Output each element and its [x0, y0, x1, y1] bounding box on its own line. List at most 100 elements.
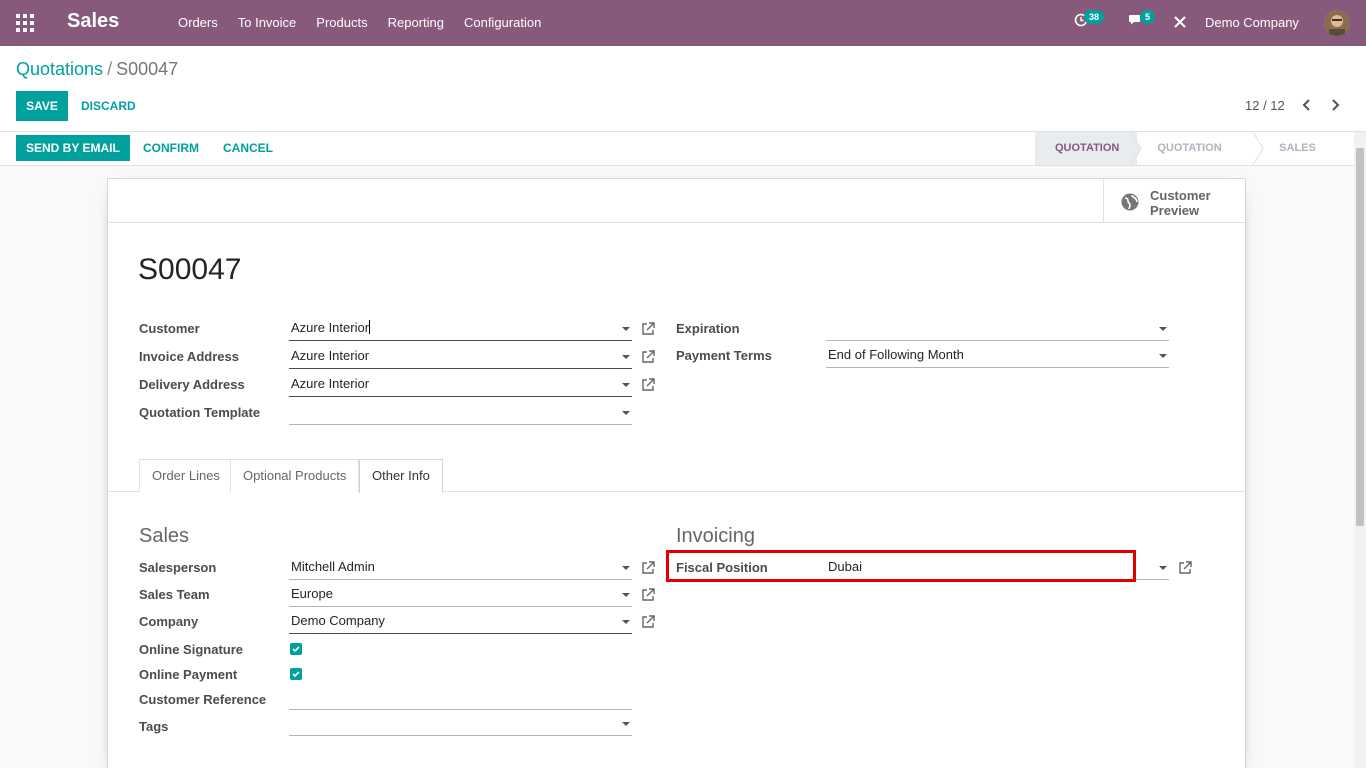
chevron-down-icon[interactable]: [622, 722, 630, 726]
chevron-down-icon[interactable]: [622, 327, 630, 331]
pager-next-icon[interactable]: [1329, 98, 1343, 112]
invoicing-section-title: Invoicing: [676, 525, 755, 547]
debug-tools-icon[interactable]: [1173, 15, 1193, 35]
invoice-address-field[interactable]: Azure Interior: [289, 345, 632, 369]
menu-configuration[interactable]: Configuration: [454, 0, 551, 46]
expiration-label: Expiration: [676, 321, 740, 336]
online-signature-checkbox[interactable]: [290, 643, 302, 655]
online-payment-checkbox[interactable]: [290, 668, 302, 680]
chevron-down-icon[interactable]: [622, 566, 630, 570]
breadcrumb: Quotations / S00047: [16, 59, 178, 80]
form-sheet: Customer Preview S00047 Customer Azure I…: [107, 178, 1246, 768]
pager-value[interactable]: 12 / 12: [1245, 98, 1285, 113]
tags-field[interactable]: [289, 712, 632, 736]
page-scrollbar[interactable]: [1354, 132, 1366, 768]
sales-team-field[interactable]: Europe: [289, 583, 632, 607]
payment-terms-value: End of Following Month: [828, 347, 964, 362]
external-link-icon[interactable]: [641, 350, 655, 364]
delivery-address-label: Delivery Address: [139, 377, 245, 392]
customer-preview-button[interactable]: Customer Preview: [1103, 179, 1245, 223]
chevron-down-icon[interactable]: [622, 620, 630, 624]
record-title: S00047: [138, 253, 242, 286]
send-by-email-button[interactable]: SEND BY EMAIL: [16, 135, 130, 161]
customer-value: Azure Interior: [291, 320, 370, 335]
scrollbar-thumb[interactable]: [1356, 148, 1364, 526]
chevron-down-icon[interactable]: [1159, 354, 1167, 358]
quotation-template-field[interactable]: [289, 401, 632, 425]
salesperson-field[interactable]: Mitchell Admin: [289, 556, 632, 580]
cancel-button[interactable]: CANCEL: [223, 133, 273, 163]
status-stages: QUOTATION QUOTATION SENT SALES ORDER: [1035, 132, 1366, 187]
stage-quotation[interactable]: QUOTATION: [1035, 132, 1142, 165]
external-link-icon[interactable]: [1178, 561, 1192, 575]
notebook-tabs: Order Lines Optional Products Other Info: [108, 459, 1245, 493]
breadcrumb-quotations[interactable]: Quotations: [16, 59, 103, 79]
online-signature-label: Online Signature: [139, 642, 244, 657]
stage-quotation-sent[interactable]: QUOTATION SENT: [1137, 132, 1264, 187]
fiscal-position-highlight: [666, 550, 1136, 582]
menu-products[interactable]: Products: [306, 0, 377, 46]
external-link-icon[interactable]: [641, 322, 655, 336]
external-link-icon[interactable]: [641, 561, 655, 575]
pager-previous-icon[interactable]: [1301, 98, 1315, 112]
user-avatar[interactable]: [1324, 10, 1350, 36]
chevron-down-icon[interactable]: [622, 355, 630, 359]
menu-to-invoice[interactable]: To Invoice: [228, 0, 307, 46]
stage-quotation-label: QUOTATION: [1055, 142, 1120, 154]
chevron-down-icon[interactable]: [1159, 566, 1167, 570]
menu-reporting[interactable]: Reporting: [378, 0, 454, 46]
delivery-address-field[interactable]: Azure Interior: [289, 373, 632, 397]
text-cursor: [369, 320, 371, 334]
company-value: Demo Company: [291, 613, 385, 628]
activity-clock-icon[interactable]: 38: [1074, 10, 1105, 33]
customer-preview-line1: Customer: [1150, 188, 1211, 203]
chevron-down-icon[interactable]: [622, 383, 630, 387]
external-link-icon[interactable]: [641, 588, 655, 602]
stage-sales-order[interactable]: SALES ORDER: [1259, 132, 1366, 187]
discard-button[interactable]: DISCARD: [81, 91, 136, 121]
check-icon: [292, 671, 300, 678]
message-count-badge: 5: [1140, 10, 1156, 24]
tab-order-lines[interactable]: Order Lines: [139, 459, 233, 492]
sales-team-value: Europe: [291, 586, 333, 601]
app-grid-icon[interactable]: [16, 14, 34, 32]
main-menu: Orders To Invoice Products Reporting Con…: [168, 0, 551, 46]
payment-terms-label: Payment Terms: [676, 348, 772, 363]
company-label: Company: [139, 614, 199, 629]
breadcrumb-separator: /: [107, 59, 113, 79]
company-field[interactable]: Demo Company: [289, 610, 632, 634]
breadcrumb-current: S00047: [116, 59, 179, 79]
tab-other-info[interactable]: Other Info: [359, 459, 443, 493]
app-brand[interactable]: Sales: [67, 10, 119, 33]
check-icon: [292, 646, 300, 653]
chevron-down-icon[interactable]: [622, 593, 630, 597]
menu-orders[interactable]: Orders: [168, 0, 228, 46]
company-switcher[interactable]: Demo Company: [1205, 0, 1299, 46]
salesperson-value: Mitchell Admin: [291, 559, 375, 574]
customer-preview-line2: Preview: [1150, 203, 1200, 218]
external-link-icon[interactable]: [641, 378, 655, 392]
chevron-down-icon[interactable]: [1159, 327, 1167, 331]
expiration-field[interactable]: [826, 317, 1169, 341]
tags-label: Tags: [139, 719, 169, 734]
control-panel: Quotations / S00047 SAVE DISCARD 12 / 12: [0, 46, 1366, 132]
chevron-down-icon[interactable]: [622, 411, 630, 415]
save-button[interactable]: SAVE: [16, 91, 68, 121]
invoice-address-value: Azure Interior: [291, 348, 370, 363]
tab-optional-products[interactable]: Optional Products: [230, 459, 360, 492]
messages-icon[interactable]: 5: [1128, 10, 1156, 33]
external-link-icon[interactable]: [641, 615, 655, 629]
top-navbar: Sales Orders To Invoice Products Reporti…: [0, 0, 1366, 46]
sales-team-label: Sales Team: [139, 587, 210, 602]
customer-field[interactable]: Azure Interior: [289, 317, 632, 341]
salesperson-label: Salesperson: [139, 560, 217, 575]
customer-label: Customer: [139, 321, 200, 336]
sales-section-title: Sales: [139, 525, 190, 547]
customer-reference-field[interactable]: [289, 686, 632, 710]
confirm-button[interactable]: CONFIRM: [143, 133, 199, 163]
payment-terms-field[interactable]: End of Following Month: [826, 344, 1169, 368]
globe-icon: [1121, 193, 1139, 211]
invoice-address-label: Invoice Address: [139, 349, 239, 364]
activity-count-badge: 38: [1084, 10, 1105, 24]
customer-reference-label: Customer Reference: [139, 692, 267, 707]
